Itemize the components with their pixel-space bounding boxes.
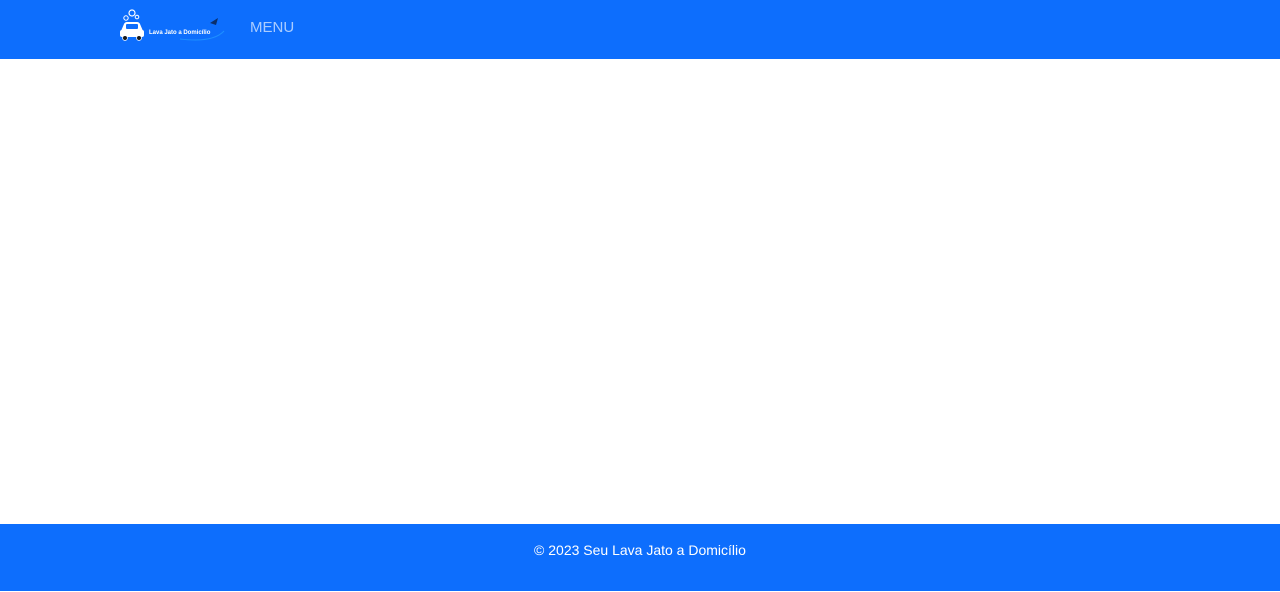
- car-wash-logo-icon: [120, 9, 225, 41]
- brand-logo-link[interactable]: Lava Jato a Domicílio: [118, 9, 228, 45]
- brand-logo-text: Lava Jato a Domicílio: [149, 30, 211, 36]
- top-navbar: Lava Jato a Domicílio MENU: [0, 0, 1280, 59]
- page-footer: © 2023 Seu Lava Jato a Domicílio: [0, 524, 1280, 591]
- footer-copyright: © 2023 Seu Lava Jato a Domicílio: [534, 542, 746, 558]
- main-content: [0, 59, 1280, 524]
- menu-link[interactable]: MENU: [250, 19, 294, 37]
